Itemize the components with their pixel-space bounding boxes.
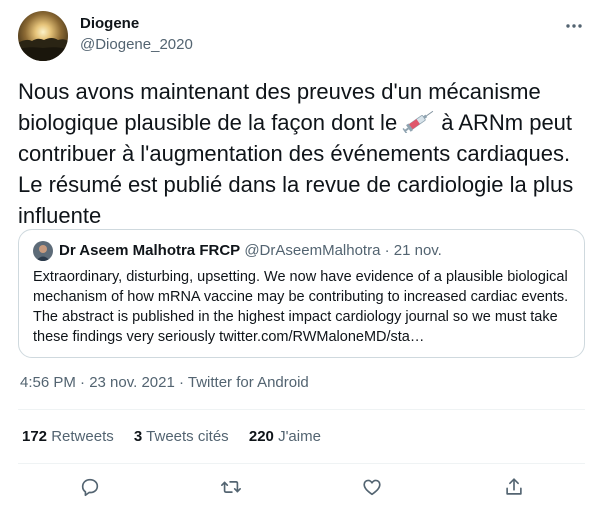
retweets-label: Retweets <box>51 428 114 445</box>
author-avatar[interactable] <box>18 11 68 61</box>
quoted-handle-date: @DrAseemMalhotra · 21 nov. <box>244 242 442 259</box>
share-button[interactable] <box>497 470 531 504</box>
more-options-button[interactable] <box>560 16 588 36</box>
quoted-text: Extraordinary, disturbing, upsetting. We… <box>33 269 569 345</box>
quote-tweets-stat[interactable]: 3 Tweets cités <box>134 428 229 445</box>
likes-label: J'aime <box>278 428 321 445</box>
author-handle[interactable]: @Diogene_2020 <box>80 36 193 53</box>
retweets-count: 172 <box>22 428 48 445</box>
tweet-stats: 172 Retweets 3 Tweets cités 220 J'aime <box>22 428 337 445</box>
syringe-icon <box>401 109 437 134</box>
reply-button[interactable] <box>73 470 107 504</box>
retweet-icon <box>221 481 241 493</box>
author-name[interactable]: Diogene <box>80 15 139 32</box>
quoted-author-name[interactable]: Dr Aseem Malhotra FRCP <box>59 242 240 259</box>
likes-stat[interactable]: 220 J'aime <box>249 428 321 445</box>
tweet: Diogene @Diogene_2020 Nous avons mainten… <box>0 0 596 516</box>
like-icon <box>363 479 381 496</box>
tweet-text: Nous avons maintenant des preuves d'un m… <box>18 76 583 231</box>
reply-icon <box>81 478 99 497</box>
like-button[interactable] <box>355 470 389 504</box>
quotes-count: 3 <box>133 428 143 445</box>
divider <box>18 463 585 464</box>
quoted-tweet[interactable]: Dr Aseem Malhotra FRCP @DrAseemMalhotra … <box>18 229 585 358</box>
divider <box>18 409 585 410</box>
share-icon <box>506 478 522 495</box>
likes-count: 220 <box>248 428 274 445</box>
action-bar <box>0 470 596 504</box>
retweets-stat[interactable]: 172 Retweets <box>22 428 114 445</box>
tweet-timestamp[interactable]: 4:56 PM · 23 nov. 2021 · Twitter for And… <box>20 374 309 391</box>
quoted-header: Dr Aseem Malhotra FRCP @DrAseemMalhotra … <box>59 242 442 259</box>
quoted-author-avatar[interactable] <box>33 241 53 261</box>
more-dots-icon <box>566 24 582 28</box>
retweet-button[interactable] <box>214 470 248 504</box>
quotes-label: Tweets cités <box>146 428 229 445</box>
